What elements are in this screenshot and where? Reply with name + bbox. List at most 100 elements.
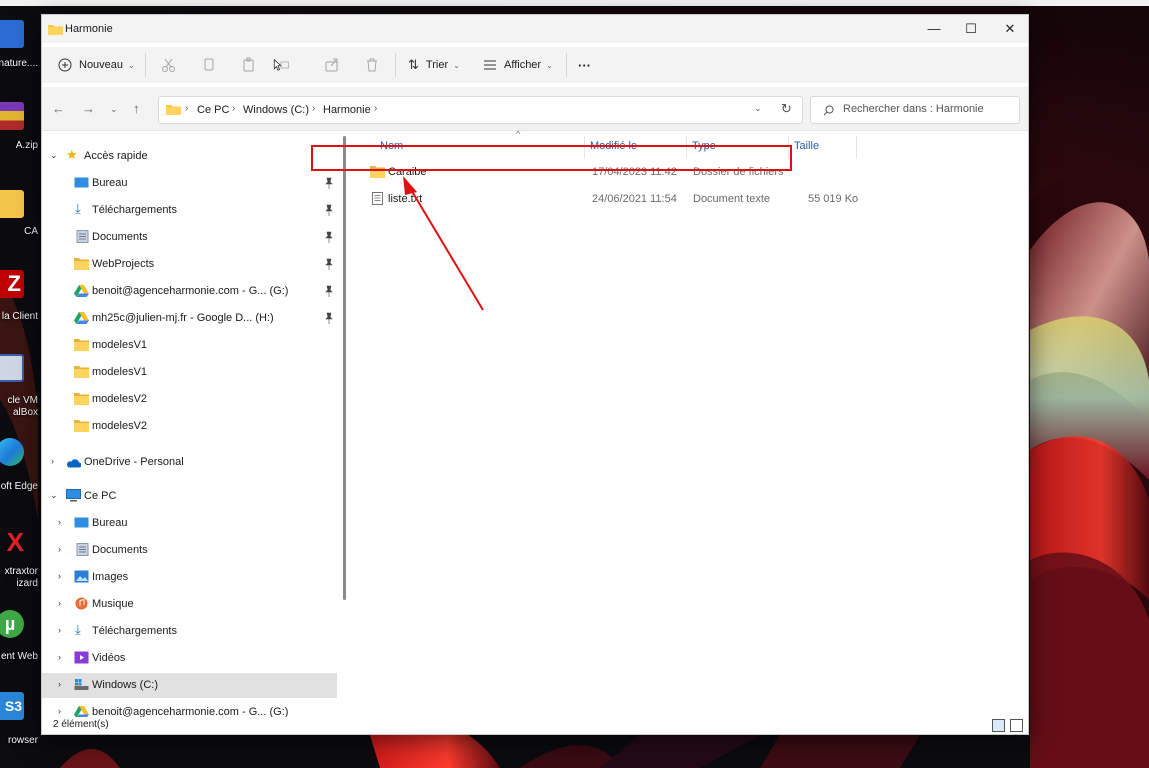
breadcrumb-separator-icon: › (185, 103, 189, 114)
filezilla-icon: Z (0, 270, 24, 298)
search-input[interactable] (843, 103, 1013, 115)
close-button[interactable]: ✕ (990, 15, 1028, 43)
pin-icon[interactable] (324, 258, 334, 270)
chevron-right-icon: › (58, 652, 61, 662)
nav-onedrive[interactable]: › OneDrive - Personal (42, 450, 337, 475)
desktop-icon-zip[interactable]: A.zip (0, 96, 40, 156)
chevron-right-icon: › (58, 706, 61, 716)
pin-icon[interactable] (324, 204, 334, 216)
chevron-right-icon: › (58, 625, 61, 635)
nav-item-label: modelesV2 (92, 393, 148, 405)
cloud-icon (67, 459, 81, 468)
nav-pc-item[interactable]: › benoit@agenceharmonie.com - G... (G:) (42, 700, 337, 717)
search-box[interactable] (810, 96, 1020, 124)
nav-quick-item[interactable]: WebProjects (42, 252, 337, 277)
address-bar-area: ← → ⌄ ↑ › Ce PC › Windows (C:) › Harmoni… (42, 87, 1028, 131)
chevron-down-icon: ⌄ (453, 60, 460, 70)
utorrent-icon: µ (0, 610, 24, 638)
desktop-icon-folder[interactable]: CA (0, 186, 40, 242)
nav-quick-item[interactable]: modelesV2 (42, 414, 337, 439)
desktop-icon-virtualbox[interactable]: cle VM alBox (0, 350, 40, 424)
nav-quick-item[interactable]: Bureau (42, 171, 337, 196)
nav-quick-item[interactable]: modelesV1 (42, 360, 337, 385)
nav-item-label: Vidéos (92, 652, 126, 664)
paste-icon[interactable] (240, 56, 258, 74)
google-drive-icon (74, 312, 89, 324)
nav-quick-item[interactable]: mh25c@julien-mj.fr - Google D... (H:) (42, 306, 337, 331)
breadcrumb-this-pc[interactable]: Ce PC (197, 104, 229, 116)
pin-icon[interactable] (324, 177, 334, 189)
nav-quick-item[interactable]: Documents (42, 225, 337, 250)
nav-pc-item[interactable]: › Windows (C:) (42, 673, 337, 698)
delete-icon[interactable] (363, 56, 381, 74)
desktop-icon-extraxtor[interactable]: X xtraxtor izard (0, 524, 40, 594)
desktop-icon-label: A.zip (15, 140, 38, 151)
minimize-button[interactable]: — (914, 15, 954, 43)
search-icon (823, 105, 834, 116)
folder-icon (74, 420, 89, 432)
maximize-button[interactable]: ☐ (951, 15, 991, 43)
address-bar[interactable]: › Ce PC › Windows (C:) › Harmonie › ⌄ ↻ (158, 96, 803, 124)
download-icon: ⤓ (75, 201, 81, 216)
refresh-icon[interactable]: ↻ (781, 101, 792, 117)
back-arrow-icon[interactable]: ← (52, 101, 65, 116)
nav-quick-item[interactable]: ⤓ Téléchargements (42, 198, 337, 223)
view-button[interactable]: Afficher ⌄ (483, 54, 553, 76)
nav-item-label: Images (92, 571, 129, 583)
share-icon[interactable] (323, 56, 341, 74)
desktop-icon-utorrent[interactable]: µ ent Web (0, 606, 40, 670)
file-size: 55 019 Ko (808, 193, 859, 205)
nav-this-pc[interactable]: ⌄ Ce PC (42, 484, 337, 509)
nav-quick-item[interactable]: benoit@agenceharmonie.com - G... (G:) (42, 279, 337, 304)
pin-icon[interactable] (324, 231, 334, 243)
desktop-icon-document[interactable]: nature.... (0, 14, 40, 69)
sort-button[interactable]: ⇅ Trier ⌄ (408, 54, 460, 76)
pin-icon[interactable] (324, 285, 334, 297)
new-button[interactable]: Nouveau ⌄ (58, 54, 135, 76)
column-header-size[interactable]: Taille (794, 140, 819, 152)
nav-pc-item[interactable]: › Musique (42, 592, 337, 617)
desktop-icon-filezilla[interactable]: Z la Client (0, 266, 40, 326)
nav-pc-item[interactable]: › ⤓ Téléchargements (42, 619, 337, 644)
chevron-right-icon: › (58, 517, 61, 527)
breadcrumb-windows-c[interactable]: Windows (C:) (243, 104, 309, 116)
column-divider[interactable] (856, 136, 857, 158)
nav-item-label: Documents (92, 544, 148, 556)
nav-quick-item[interactable]: modelesV2 (42, 387, 337, 412)
folder-icon (74, 366, 89, 378)
tiles-view-icon[interactable] (1010, 719, 1023, 732)
status-bar: 2 élément(s) (42, 717, 1028, 734)
breadcrumb-separator-icon: › (232, 103, 236, 114)
text-file-icon (372, 192, 383, 205)
nav-pc-item[interactable]: › Bureau (42, 511, 337, 536)
desktop-icon-s3-browser[interactable]: S3 rowser (0, 690, 40, 750)
details-view-icon[interactable] (992, 719, 1005, 732)
chevron-down-icon: ⌄ (50, 490, 58, 500)
navigation-pane-scrollbar[interactable] (343, 136, 346, 600)
folder-icon (74, 258, 89, 270)
nav-pc-item[interactable]: › Vidéos (42, 646, 337, 671)
sort-button-label: Trier (425, 59, 449, 71)
nav-item-label: Accès rapide (84, 150, 148, 162)
cut-icon[interactable] (160, 56, 178, 74)
up-arrow-icon[interactable]: ↑ (133, 101, 140, 116)
copy-icon[interactable] (200, 56, 218, 74)
forward-arrow-icon[interactable]: → (82, 101, 95, 116)
more-options-button[interactable]: ··· (578, 54, 591, 76)
nav-item-label: Documents (92, 231, 148, 243)
nav-pc-item[interactable]: › Images (42, 565, 337, 590)
title-bar[interactable]: Harmonie — ☐ ✕ (42, 15, 1028, 43)
rename-icon[interactable] (272, 56, 290, 74)
pin-icon[interactable] (324, 312, 334, 324)
nav-pc-item[interactable]: › Documents (42, 538, 337, 563)
recent-locations-chevron-icon[interactable]: ⌄ (110, 104, 118, 115)
address-history-chevron-icon[interactable]: ⌄ (754, 103, 762, 114)
file-row-liste-txt[interactable]: liste.txt 24/06/2021 11:54 Document text… (352, 187, 858, 211)
toolbar-divider (145, 53, 146, 77)
document-icon (76, 230, 89, 243)
nav-quick-item[interactable]: modelesV1 (42, 333, 337, 358)
nav-item-label: Ce PC (84, 490, 117, 502)
nav-quick-access[interactable]: ⌄ ★ Accès rapide (42, 144, 337, 169)
breadcrumb-harmonie[interactable]: Harmonie (323, 104, 371, 116)
desktop-icon-edge[interactable]: oft Edge (0, 436, 40, 496)
